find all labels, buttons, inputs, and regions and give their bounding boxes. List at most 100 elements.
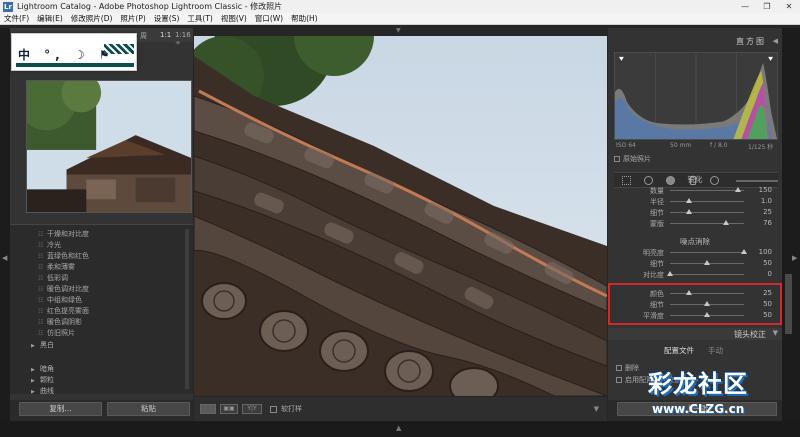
original-photo-toggle[interactable]: 原始照片 bbox=[614, 154, 651, 164]
sharpening-row[interactable]: 半径 1.0 bbox=[608, 196, 782, 207]
sharpening-slider-track[interactable] bbox=[670, 190, 744, 191]
zoom-fit[interactable]: 周 bbox=[140, 31, 147, 41]
luminance-nr-row[interactable]: 明亮度 100 bbox=[608, 247, 782, 258]
preset-item[interactable]: ☷ 冷光 bbox=[38, 240, 61, 250]
preset-item[interactable]: ☷ 柔和薄雾 bbox=[38, 262, 75, 272]
menu-window[interactable]: 窗口(W) bbox=[251, 13, 287, 24]
preset-item[interactable]: ☷ 暖色调阴影 bbox=[38, 317, 82, 327]
presets-scrollbar[interactable] bbox=[185, 229, 189, 389]
luminance-nr-value[interactable]: 0 bbox=[748, 270, 772, 278]
lens-correction-header[interactable]: 镜头校正 ▼ bbox=[608, 328, 782, 340]
luminance-nr-slider-track[interactable] bbox=[670, 252, 744, 253]
soft-proof-checkbox[interactable] bbox=[270, 405, 277, 413]
collapse-filmstrip-icon[interactable]: ▲ bbox=[396, 424, 401, 432]
right-panel-scrollbar[interactable] bbox=[785, 274, 792, 334]
preset-item[interactable]: ☷ 暖色调对比度 bbox=[38, 284, 89, 294]
menu-develop[interactable]: 修改照片(D) bbox=[67, 13, 117, 24]
before-after-button[interactable]: ▣▣ bbox=[220, 404, 238, 414]
sharpening-slider-knob[interactable] bbox=[735, 187, 742, 192]
before-after-swap-button[interactable]: Y|Y bbox=[242, 404, 262, 414]
zoom-1-1[interactable]: 1:1 bbox=[160, 31, 171, 39]
collapse-left-icon[interactable]: ◀ bbox=[2, 254, 7, 262]
overlay-logo: 中 °, ☽ ⚑ bbox=[11, 33, 137, 71]
sharpening-value[interactable]: 76 bbox=[748, 219, 772, 227]
preset-item[interactable]: ☷ 红色提亮雾面 bbox=[38, 306, 89, 316]
sharpening-row[interactable]: 蒙版 76 bbox=[608, 218, 782, 229]
maximize-button[interactable]: ❐ bbox=[756, 2, 778, 11]
sharpening-slider-knob[interactable] bbox=[685, 198, 692, 203]
right-panel-edge[interactable]: ▶ bbox=[782, 28, 800, 421]
preset-item[interactable]: ☷ 中组和绿色 bbox=[38, 295, 82, 305]
preset-folder-bw[interactable]: ▶ 黑白 bbox=[31, 340, 54, 350]
tab-profile[interactable]: 配置文件 bbox=[664, 345, 694, 356]
preset-folder[interactable]: ▶ 颗粒 bbox=[31, 375, 54, 385]
photo-canvas[interactable] bbox=[194, 36, 607, 396]
sharpening-slider-track[interactable] bbox=[670, 223, 744, 224]
exif-focal: 50 mm bbox=[670, 142, 692, 149]
sharpening-slider-knob[interactable] bbox=[685, 209, 692, 214]
sharpening-value[interactable]: 1.0 bbox=[748, 197, 772, 205]
original-photo-checkbox[interactable] bbox=[614, 156, 620, 162]
minimize-button[interactable]: — bbox=[734, 2, 756, 11]
menu-help[interactable]: 帮助(H) bbox=[287, 13, 322, 24]
left-panel-edge[interactable]: ◀ bbox=[0, 28, 10, 421]
sharpening-slider-track[interactable] bbox=[670, 201, 744, 202]
luminance-nr-slider-track[interactable] bbox=[670, 274, 744, 275]
luminance-nr-row[interactable]: 对比度 0 bbox=[608, 269, 782, 280]
sharpening-slider-knob[interactable] bbox=[723, 220, 730, 225]
sharpening-row[interactable]: 细节 25 bbox=[608, 207, 782, 218]
collapse-histogram-icon[interactable]: ◀ bbox=[773, 37, 778, 45]
loupe-view-button[interactable] bbox=[200, 404, 216, 414]
tab-manual[interactable]: 手动 bbox=[708, 345, 723, 356]
navigator-preview[interactable] bbox=[26, 80, 192, 213]
close-button[interactable]: ✕ bbox=[778, 2, 800, 11]
preset-icon: ☷ bbox=[38, 297, 44, 304]
previous-button[interactable]: 上一张 bbox=[617, 402, 777, 416]
top-panel-strip[interactable]: ▼ bbox=[194, 27, 607, 36]
zoom-1-16[interactable]: 1:16 ÷ bbox=[175, 31, 193, 47]
noise-reduction-title: 噪点消除 bbox=[680, 237, 710, 246]
preset-item[interactable]: ☷ 蓝绿色和红色 bbox=[38, 251, 89, 261]
sharpening-value[interactable]: 150 bbox=[748, 186, 772, 194]
menu-view[interactable]: 视图(V) bbox=[217, 13, 251, 24]
sharpening-value[interactable]: 25 bbox=[748, 208, 772, 216]
luminance-nr-value[interactable]: 100 bbox=[748, 248, 772, 256]
menu-photo[interactable]: 照片(P) bbox=[116, 13, 149, 24]
preset-icon: ☷ bbox=[38, 264, 44, 271]
filmstrip-strip[interactable]: ▲ bbox=[0, 421, 800, 437]
sharpening-label: 数量 bbox=[650, 187, 664, 195]
luminance-nr-slider-knob[interactable] bbox=[704, 260, 710, 265]
profile-correction-checkbox[interactable] bbox=[616, 377, 622, 383]
sharpening-row[interactable]: 数量 150 bbox=[608, 185, 782, 196]
profile-correction-toggle[interactable]: 启用配置文件校正 bbox=[616, 375, 681, 385]
menu-settings[interactable]: 设置(S) bbox=[150, 13, 184, 24]
preset-folder[interactable]: ▶ 暗角 bbox=[31, 364, 54, 374]
copy-button[interactable]: 复制... bbox=[19, 402, 102, 416]
preset-item[interactable]: ☷ 仿旧照片 bbox=[38, 328, 75, 338]
sharpening-slider-track[interactable] bbox=[670, 212, 744, 213]
menu-file[interactable]: 文件(F) bbox=[0, 13, 33, 24]
histogram-graph[interactable] bbox=[614, 52, 778, 140]
luminance-nr-label: 细节 bbox=[650, 260, 664, 268]
preset-folder[interactable]: ▶ 曲线 bbox=[31, 386, 54, 396]
remove-ca-checkbox[interactable] bbox=[616, 365, 622, 371]
luminance-nr-slider-knob[interactable] bbox=[741, 249, 747, 254]
menu-edit[interactable]: 编辑(E) bbox=[33, 13, 67, 24]
histogram-header[interactable]: 直方图 ◀ bbox=[608, 36, 782, 48]
exif-aperture: f / 8.0 bbox=[710, 142, 728, 149]
luminance-nr-value[interactable]: 50 bbox=[748, 259, 772, 267]
preset-icon: ☷ bbox=[38, 319, 44, 326]
menu-tools[interactable]: 工具(T) bbox=[183, 13, 216, 24]
remove-ca-toggle[interactable]: 删除 bbox=[616, 363, 639, 373]
collapse-lens-icon[interactable]: ▼ bbox=[773, 329, 778, 337]
collapse-right-icon[interactable]: ▶ bbox=[792, 254, 797, 262]
luminance-nr-slider-knob[interactable] bbox=[667, 271, 673, 276]
lightroom-app-icon: Lr bbox=[3, 1, 13, 12]
paste-button[interactable]: 粘贴 bbox=[107, 402, 190, 416]
luminance-nr-row[interactable]: 细节 50 bbox=[608, 258, 782, 269]
color-noise-highlight bbox=[608, 283, 782, 325]
toolbar-menu-icon[interactable]: ▼ bbox=[594, 405, 599, 413]
preset-item[interactable]: ☷ 干燥和对比度 bbox=[38, 229, 89, 239]
preset-item[interactable]: ☷ 低彩调 bbox=[38, 273, 68, 283]
collapse-top-icon[interactable]: ▼ bbox=[396, 27, 401, 34]
